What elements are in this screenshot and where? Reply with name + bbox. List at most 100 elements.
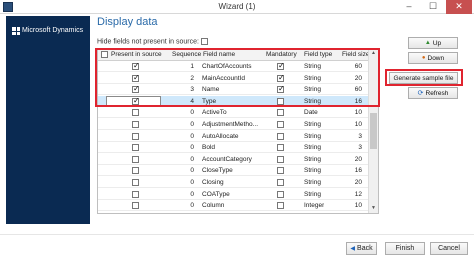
mandatory-checkbox[interactable]: [277, 132, 284, 140]
back-arrow-icon: ◀: [350, 246, 356, 252]
mandatory-checkbox[interactable]: [277, 61, 285, 70]
field-type-cell: String: [304, 179, 321, 186]
table-row[interactable]: 0 AdjustmentMetho... String 10: [98, 119, 368, 130]
minimize-button[interactable]: –: [398, 0, 420, 14]
scroll-down-arrow-icon[interactable]: ▼: [369, 204, 378, 213]
grid-header: Present in source Sequence Field name Ma…: [98, 49, 369, 61]
sequence-cell: 2: [190, 74, 194, 82]
sequence-cell: 0: [190, 132, 194, 140]
header-field-size[interactable]: Field size: [342, 51, 369, 58]
field-size-cell: 20: [354, 179, 362, 186]
refresh-button-label: Refresh: [425, 89, 449, 97]
table-row[interactable]: 0 Bold String 3: [98, 142, 368, 154]
cancel-button[interactable]: Cancel: [430, 242, 468, 255]
present-checkbox[interactable]: [132, 167, 139, 175]
field-size-cell: 10: [354, 109, 362, 117]
present-checkbox[interactable]: [132, 179, 139, 186]
sequence-cell: 0: [190, 202, 194, 210]
page-title: Display data: [97, 16, 158, 28]
field-type-cell: String: [304, 190, 321, 198]
present-checkbox[interactable]: [132, 132, 139, 140]
field-type-cell: String: [304, 97, 321, 105]
field-type-cell: String: [304, 74, 321, 82]
present-checkbox[interactable]: [132, 84, 140, 94]
field-type-cell: String: [304, 86, 321, 94]
field-type-cell: String: [304, 121, 321, 128]
mandatory-checkbox[interactable]: [277, 179, 284, 186]
header-mandatory[interactable]: Mandatory: [266, 51, 297, 58]
maximize-button[interactable]: ☐: [422, 0, 444, 14]
down-button-label: Down: [427, 54, 445, 62]
field-name-cell: ActiveTo: [202, 109, 227, 117]
scroll-thumb[interactable]: [370, 113, 377, 149]
close-button[interactable]: ✕: [446, 0, 472, 14]
field-type-cell: String: [304, 144, 321, 152]
field-name-cell: Column: [202, 202, 225, 210]
finish-button[interactable]: Finish: [385, 242, 425, 255]
header-present[interactable]: Present in source: [111, 51, 162, 58]
field-size-cell: 60: [354, 63, 362, 70]
grid-scrollbar[interactable]: ▲ ▼: [368, 49, 378, 213]
back-button[interactable]: ◀ Back: [346, 242, 377, 255]
hide-fields-checkbox[interactable]: [200, 38, 208, 45]
down-button[interactable]: ● Down: [408, 52, 458, 64]
mandatory-checkbox[interactable]: [277, 121, 284, 128]
mandatory-checkbox[interactable]: [277, 109, 284, 117]
field-type-cell: String: [304, 155, 321, 163]
table-row[interactable]: 0 Column Integer 10: [98, 200, 368, 212]
sequence-cell: 0: [190, 155, 194, 163]
table-row[interactable]: 0 AccountCategory String 20: [98, 154, 368, 165]
present-checkbox[interactable]: [132, 109, 139, 117]
mandatory-checkbox[interactable]: [277, 155, 284, 163]
field-type-cell: Date: [304, 109, 318, 117]
brand-panel: Microsoft Dynamics: [6, 16, 90, 224]
table-row[interactable]: 4 Type String 16: [98, 95, 368, 107]
up-button[interactable]: ▲ Up: [408, 37, 458, 49]
brand-text: Microsoft Dynamics: [22, 27, 84, 34]
mandatory-checkbox[interactable]: [277, 202, 284, 210]
scroll-up-arrow-icon[interactable]: ▲: [369, 49, 378, 58]
field-name-cell: AutoAllocate: [202, 132, 239, 140]
hide-fields-label: Hide fields not present in source:: [97, 38, 199, 46]
field-size-cell: 16: [354, 97, 362, 105]
header-field-name[interactable]: Field name: [203, 51, 235, 58]
present-checkbox[interactable]: [132, 61, 140, 70]
select-all-checkbox[interactable]: [101, 51, 108, 58]
table-row[interactable]: 0 AutoAllocate String 3: [98, 131, 368, 142]
sequence-cell: 0: [190, 167, 194, 175]
present-checkbox[interactable]: [132, 155, 139, 163]
present-checkbox[interactable]: [132, 190, 139, 198]
table-row[interactable]: 3 Name String 60: [98, 84, 368, 96]
table-row[interactable]: 0 Closing String 20: [98, 177, 368, 188]
mandatory-checkbox[interactable]: [277, 167, 284, 175]
field-size-cell: 20: [354, 155, 362, 163]
generate-sample-file-button[interactable]: Generate sample file: [389, 72, 458, 84]
field-size-cell: 12: [354, 190, 362, 198]
header-field-type[interactable]: Field type: [304, 51, 332, 58]
present-checkbox[interactable]: [132, 121, 139, 128]
mandatory-checkbox[interactable]: [277, 144, 284, 152]
present-checkbox[interactable]: [132, 73, 140, 82]
field-name-cell: ChartOfAccounts: [202, 63, 252, 70]
up-button-label: Up: [432, 39, 442, 47]
present-checkbox[interactable]: [132, 202, 139, 210]
mandatory-checkbox[interactable]: [277, 84, 285, 94]
sequence-cell: 0: [190, 121, 194, 128]
refresh-icon: ⟳: [417, 90, 424, 97]
table-row[interactable]: 1 ChartOfAccounts String 60: [98, 61, 368, 72]
table-row[interactable]: 0 ActiveTo Date 10: [98, 107, 368, 119]
table-row[interactable]: 2 MainAccountId String 20: [98, 73, 368, 84]
refresh-button[interactable]: ⟳ Refresh: [408, 87, 458, 99]
down-arrow-icon: ●: [421, 55, 426, 61]
present-checkbox[interactable]: [132, 96, 140, 105]
field-type-cell: String: [304, 167, 321, 175]
mandatory-checkbox[interactable]: [277, 97, 284, 105]
table-row[interactable]: 0 CloseType String 16: [98, 165, 368, 177]
header-sequence[interactable]: Sequence: [172, 51, 201, 58]
table-row[interactable]: 0 COAType String 12: [98, 189, 368, 200]
field-name-cell: Type: [202, 97, 217, 105]
mandatory-checkbox[interactable]: [277, 73, 285, 82]
present-checkbox[interactable]: [132, 144, 139, 152]
field-size-cell: 60: [354, 86, 362, 94]
mandatory-checkbox[interactable]: [277, 190, 284, 198]
